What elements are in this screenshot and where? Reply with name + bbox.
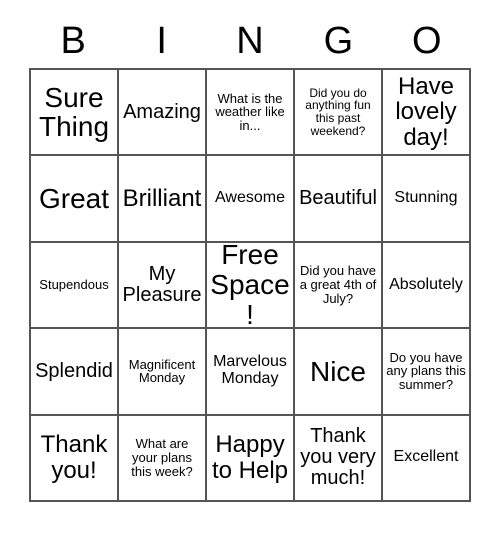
- bingo-cell[interactable]: Did you have a great 4th of July?: [295, 242, 383, 330]
- bingo-cell[interactable]: Sure Thing: [31, 70, 119, 157]
- bingo-cell-free-space[interactable]: Free Space!: [207, 242, 295, 330]
- bingo-cell-label: Have lovely day!: [395, 73, 457, 151]
- bingo-cell[interactable]: My Pleasure: [119, 242, 207, 330]
- bingo-cell[interactable]: Do you have any plans this summer?: [383, 329, 471, 416]
- bingo-cell-label: What is the weather like in...: [215, 90, 285, 134]
- bingo-header-letter-i: I: [156, 20, 167, 62]
- bingo-cell-label: Sure Thing: [38, 81, 110, 143]
- bingo-cell-label: Free Space!: [210, 242, 290, 330]
- bingo-cell-label: Absolutely: [389, 275, 463, 293]
- bingo-cell-label: Happy to Help: [211, 431, 289, 484]
- bingo-row: Splendid Magnificent Monday Marvelous Mo…: [31, 329, 471, 416]
- bingo-card: B I N G O Sure Thing Amazing What is the…: [29, 14, 471, 514]
- bingo-row: Stupendous My Pleasure Free Space! Did y…: [31, 242, 471, 330]
- bingo-cell[interactable]: Thank you very much!: [295, 415, 383, 502]
- bingo-cell-label: Stupendous: [39, 277, 109, 293]
- bingo-cell[interactable]: Amazing: [119, 70, 207, 157]
- bingo-cell-label: Amazing: [123, 100, 201, 123]
- bingo-cell[interactable]: Great: [31, 156, 119, 243]
- bingo-cell[interactable]: Nice: [295, 329, 383, 416]
- bingo-cell[interactable]: Awesome: [207, 156, 295, 243]
- bingo-cell-label: Stunning: [394, 189, 458, 207]
- bingo-cell-label: What are your plans this week?: [131, 436, 193, 479]
- bingo-grid: Sure Thing Amazing What is the weather l…: [29, 68, 471, 502]
- bingo-cell[interactable]: Stunning: [383, 156, 471, 243]
- bingo-cell[interactable]: What is the weather like in...: [207, 70, 295, 157]
- bingo-cell[interactable]: Stupendous: [31, 242, 119, 330]
- bingo-header-letter-g: G: [323, 20, 354, 62]
- bingo-header-letter-b: B: [60, 20, 86, 62]
- bingo-header-letter-o: O: [412, 20, 442, 62]
- bingo-row: Sure Thing Amazing What is the weather l…: [31, 70, 471, 157]
- bingo-cell[interactable]: Happy to Help: [207, 415, 295, 502]
- bingo-cell[interactable]: Beautiful: [295, 156, 383, 243]
- bingo-header: B I N G O: [29, 14, 471, 68]
- bingo-cell-label: Did you do anything fun this past weeken…: [305, 85, 371, 138]
- bingo-row: Thank you! What are your plans this week…: [31, 415, 471, 502]
- bingo-cell-label: Marvelous Monday: [213, 353, 287, 388]
- bingo-cell[interactable]: Thank you!: [31, 415, 119, 502]
- bingo-cell[interactable]: Have lovely day!: [383, 70, 471, 157]
- bingo-cell[interactable]: Did you do anything fun this past weeken…: [295, 70, 383, 157]
- bingo-cell-label: Splendid: [35, 359, 113, 382]
- bingo-cell-label: Great: [38, 182, 110, 214]
- bingo-cell[interactable]: Magnificent Monday: [119, 329, 207, 416]
- bingo-cell-label: Awesome: [215, 189, 285, 207]
- bingo-cell[interactable]: What are your plans this week?: [119, 415, 207, 502]
- bingo-cell-label: Beautiful: [299, 186, 377, 209]
- bingo-cell-label: Magnificent Monday: [128, 356, 196, 386]
- bingo-cell[interactable]: Marvelous Monday: [207, 329, 295, 416]
- bingo-cell[interactable]: Absolutely: [383, 242, 471, 330]
- bingo-cell-label: Excellent: [393, 448, 459, 466]
- bingo-cell-label: Thank you very much!: [300, 424, 376, 490]
- bingo-header-letter-n: N: [236, 20, 264, 62]
- bingo-cell-label: Brilliant: [122, 184, 202, 212]
- bingo-row: Great Brilliant Awesome Beautiful Stunni…: [31, 156, 471, 243]
- bingo-cell[interactable]: Brilliant: [119, 156, 207, 243]
- bingo-cell-label: My Pleasure: [122, 262, 202, 306]
- bingo-cell-label: Nice: [309, 355, 366, 387]
- bingo-cell-label: Thank you!: [40, 431, 108, 484]
- bingo-cell-label: Did you have a great 4th of July?: [299, 263, 377, 306]
- bingo-cell[interactable]: Splendid: [31, 329, 119, 416]
- bingo-cell-label: Do you have any plans this summer?: [386, 349, 466, 393]
- bingo-cell[interactable]: Excellent: [383, 415, 471, 502]
